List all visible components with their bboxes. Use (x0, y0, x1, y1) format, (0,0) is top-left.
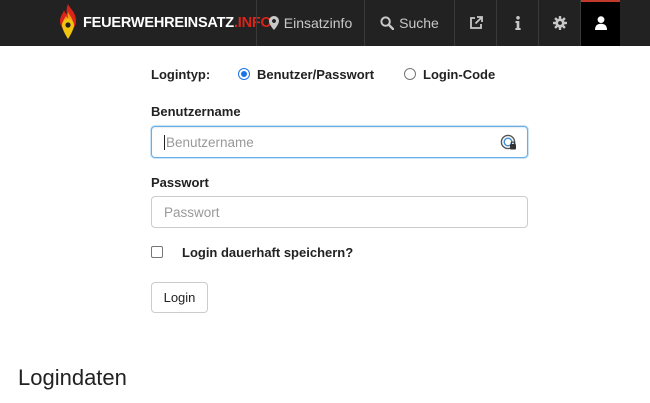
logintyp-row: Logintyp: (151, 66, 210, 82)
radio-benutzer-passwort[interactable]: Benutzer/Passwort (238, 66, 374, 82)
nav-settings[interactable] (538, 0, 580, 46)
password-manager-icon[interactable] (500, 134, 517, 151)
brand-logo-link[interactable]: FEUERWEHREINSATZ.INFO (56, 0, 272, 46)
nav-einsatzinfo[interactable]: Einsatzinfo (256, 0, 364, 46)
external-link-icon (469, 16, 483, 29)
password-input[interactable]: Passwort (151, 196, 528, 228)
login-button[interactable]: Login (151, 282, 208, 313)
nav-suche-label: Suche (399, 15, 439, 31)
radio-login-code[interactable]: Login-Code (404, 66, 495, 82)
flame-marker-icon (60, 4, 76, 39)
search-icon (380, 16, 395, 30)
radio-button-checked[interactable] (238, 68, 250, 80)
nav-external-link[interactable] (454, 0, 496, 46)
nav-user-account[interactable] (580, 0, 620, 46)
nav-info[interactable] (496, 0, 538, 46)
username-placeholder: Benutzername (166, 134, 254, 150)
radio-button-unchecked[interactable] (404, 68, 416, 80)
text-caret (164, 134, 165, 150)
logindaten-heading: Logindaten (18, 365, 127, 390)
logintyp-label: Logintyp: (151, 66, 211, 82)
nav-einsatzinfo-label: Einsatzinfo (283, 15, 353, 31)
password-label: Passwort (151, 175, 209, 190)
user-icon (594, 16, 607, 30)
gear-icon (552, 16, 567, 30)
password-placeholder: Passwort (164, 204, 220, 220)
nav-suche[interactable]: Suche (364, 0, 454, 46)
map-marker-icon (268, 16, 279, 30)
remember-login-label: Login dauerhaft speichern? (182, 245, 354, 260)
radio-login-code-label: Login-Code (423, 66, 496, 82)
info-icon (514, 16, 521, 30)
username-input[interactable]: Benutzername (151, 126, 528, 158)
radio-benutzer-passwort-label: Benutzer/Passwort (257, 66, 375, 82)
remember-login-checkbox[interactable] (151, 246, 163, 258)
top-navbar: FEUERWEHREINSATZ.INFO Einsatzinfo Suche (0, 0, 650, 46)
username-label: Benutzername (151, 104, 241, 119)
brand-name: FEUERWEHREINSATZ.INFO (83, 15, 272, 31)
